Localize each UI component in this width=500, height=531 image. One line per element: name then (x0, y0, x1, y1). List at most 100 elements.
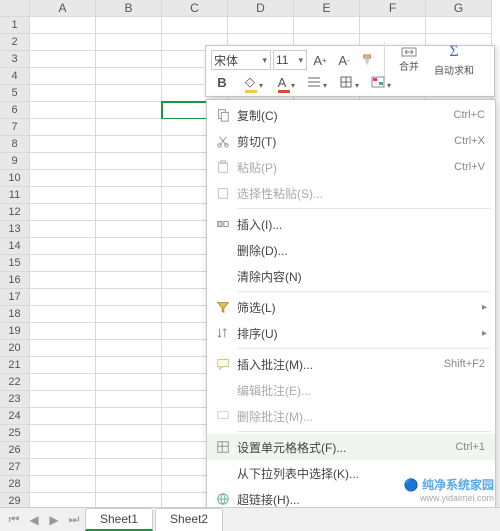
cell-A3[interactable] (30, 51, 96, 68)
cell-B14[interactable] (96, 238, 162, 255)
cell-A10[interactable] (30, 170, 96, 187)
cell-B7[interactable] (96, 119, 162, 136)
cell-B24[interactable] (96, 408, 162, 425)
decrease-font-icon[interactable]: A- (333, 50, 355, 70)
cell-B25[interactable] (96, 425, 162, 442)
row-header-25[interactable]: 25 (0, 425, 30, 442)
row-header-14[interactable]: 14 (0, 238, 30, 255)
cell-B11[interactable] (96, 187, 162, 204)
font-color-icon[interactable]: A (267, 72, 297, 92)
column-header-G[interactable]: G (426, 0, 492, 17)
menu-item-12[interactable]: 插入批注(M)...Shift+F2 (207, 351, 495, 377)
row-header-2[interactable]: 2 (0, 34, 30, 51)
row-header-3[interactable]: 3 (0, 51, 30, 68)
cell-A25[interactable] (30, 425, 96, 442)
tab-nav-prev-icon[interactable]: ◀ (25, 511, 43, 529)
row-header-16[interactable]: 16 (0, 272, 30, 289)
cell-A20[interactable] (30, 340, 96, 357)
cell-B21[interactable] (96, 357, 162, 374)
menu-item-9[interactable]: 筛选(L) (207, 294, 495, 320)
cell-A26[interactable] (30, 442, 96, 459)
cell-E1[interactable] (294, 17, 360, 34)
tab-nav-first-icon[interactable]: ⏮ (5, 511, 23, 529)
increase-font-icon[interactable]: A+ (309, 50, 331, 70)
menu-item-6[interactable]: 删除(D)... (207, 237, 495, 263)
sheet-tab-Sheet2[interactable]: Sheet2 (155, 508, 223, 531)
autosum-button[interactable]: Σ 自动求和 (430, 50, 478, 70)
cell-A4[interactable] (30, 68, 96, 85)
font-size-select[interactable]: 11 (273, 50, 307, 70)
row-header-22[interactable]: 22 (0, 374, 30, 391)
cell-A2[interactable] (30, 34, 96, 51)
select-all-corner[interactable] (0, 0, 30, 17)
cell-C1[interactable] (162, 17, 228, 34)
row-header-26[interactable]: 26 (0, 442, 30, 459)
cell-B19[interactable] (96, 323, 162, 340)
cell-A12[interactable] (30, 204, 96, 221)
row-header-12[interactable]: 12 (0, 204, 30, 221)
cell-B10[interactable] (96, 170, 162, 187)
row-header-8[interactable]: 8 (0, 136, 30, 153)
row-header-27[interactable]: 27 (0, 459, 30, 476)
cell-A17[interactable] (30, 289, 96, 306)
cell-A9[interactable] (30, 153, 96, 170)
column-header-F[interactable]: F (360, 0, 426, 17)
cell-A22[interactable] (30, 374, 96, 391)
column-header-D[interactable]: D (228, 0, 294, 17)
cell-A23[interactable] (30, 391, 96, 408)
cell-B26[interactable] (96, 442, 162, 459)
column-header-C[interactable]: C (162, 0, 228, 17)
cell-D1[interactable] (228, 17, 294, 34)
row-header-1[interactable]: 1 (0, 17, 30, 34)
row-header-4[interactable]: 4 (0, 68, 30, 85)
format-painter-icon[interactable] (357, 50, 379, 70)
cell-B13[interactable] (96, 221, 162, 238)
column-header-A[interactable]: A (30, 0, 96, 17)
cell-B15[interactable] (96, 255, 162, 272)
row-header-23[interactable]: 23 (0, 391, 30, 408)
row-header-19[interactable]: 19 (0, 323, 30, 340)
row-header-7[interactable]: 7 (0, 119, 30, 136)
row-header-10[interactable]: 10 (0, 170, 30, 187)
menu-item-10[interactable]: 排序(U) (207, 320, 495, 346)
cell-B8[interactable] (96, 136, 162, 153)
cell-A7[interactable] (30, 119, 96, 136)
cell-B28[interactable] (96, 476, 162, 493)
row-header-20[interactable]: 20 (0, 340, 30, 357)
cell-B27[interactable] (96, 459, 162, 476)
row-header-11[interactable]: 11 (0, 187, 30, 204)
conditional-format-icon[interactable] (363, 72, 393, 92)
row-header-13[interactable]: 13 (0, 221, 30, 238)
cell-B5[interactable] (96, 85, 162, 102)
tab-nav-next-icon[interactable]: ▶ (45, 511, 63, 529)
cell-A18[interactable] (30, 306, 96, 323)
menu-item-16[interactable]: 设置单元格格式(F)...Ctrl+1 (207, 434, 495, 460)
cell-A13[interactable] (30, 221, 96, 238)
row-header-24[interactable]: 24 (0, 408, 30, 425)
cell-B6[interactable] (96, 102, 162, 119)
cell-B3[interactable] (96, 51, 162, 68)
tab-nav-last-icon[interactable]: ⏭ (65, 511, 83, 529)
cell-B20[interactable] (96, 340, 162, 357)
row-header-18[interactable]: 18 (0, 306, 30, 323)
row-header-5[interactable]: 5 (0, 85, 30, 102)
cell-B9[interactable] (96, 153, 162, 170)
column-header-E[interactable]: E (294, 0, 360, 17)
row-header-28[interactable]: 28 (0, 476, 30, 493)
cell-B2[interactable] (96, 34, 162, 51)
row-header-9[interactable]: 9 (0, 153, 30, 170)
cell-A19[interactable] (30, 323, 96, 340)
row-header-17[interactable]: 17 (0, 289, 30, 306)
cell-A14[interactable] (30, 238, 96, 255)
cell-A8[interactable] (30, 136, 96, 153)
cell-A15[interactable] (30, 255, 96, 272)
cell-B12[interactable] (96, 204, 162, 221)
cell-B18[interactable] (96, 306, 162, 323)
row-header-6[interactable]: 6 (0, 102, 30, 119)
menu-item-1[interactable]: 剪切(T)Ctrl+X (207, 128, 495, 154)
row-header-21[interactable]: 21 (0, 357, 30, 374)
menu-item-5[interactable]: 插入(I)... (207, 211, 495, 237)
bold-icon[interactable]: B (211, 72, 233, 92)
menu-item-0[interactable]: 复制(C)Ctrl+C (207, 102, 495, 128)
merge-button[interactable]: 合并 (390, 50, 428, 70)
